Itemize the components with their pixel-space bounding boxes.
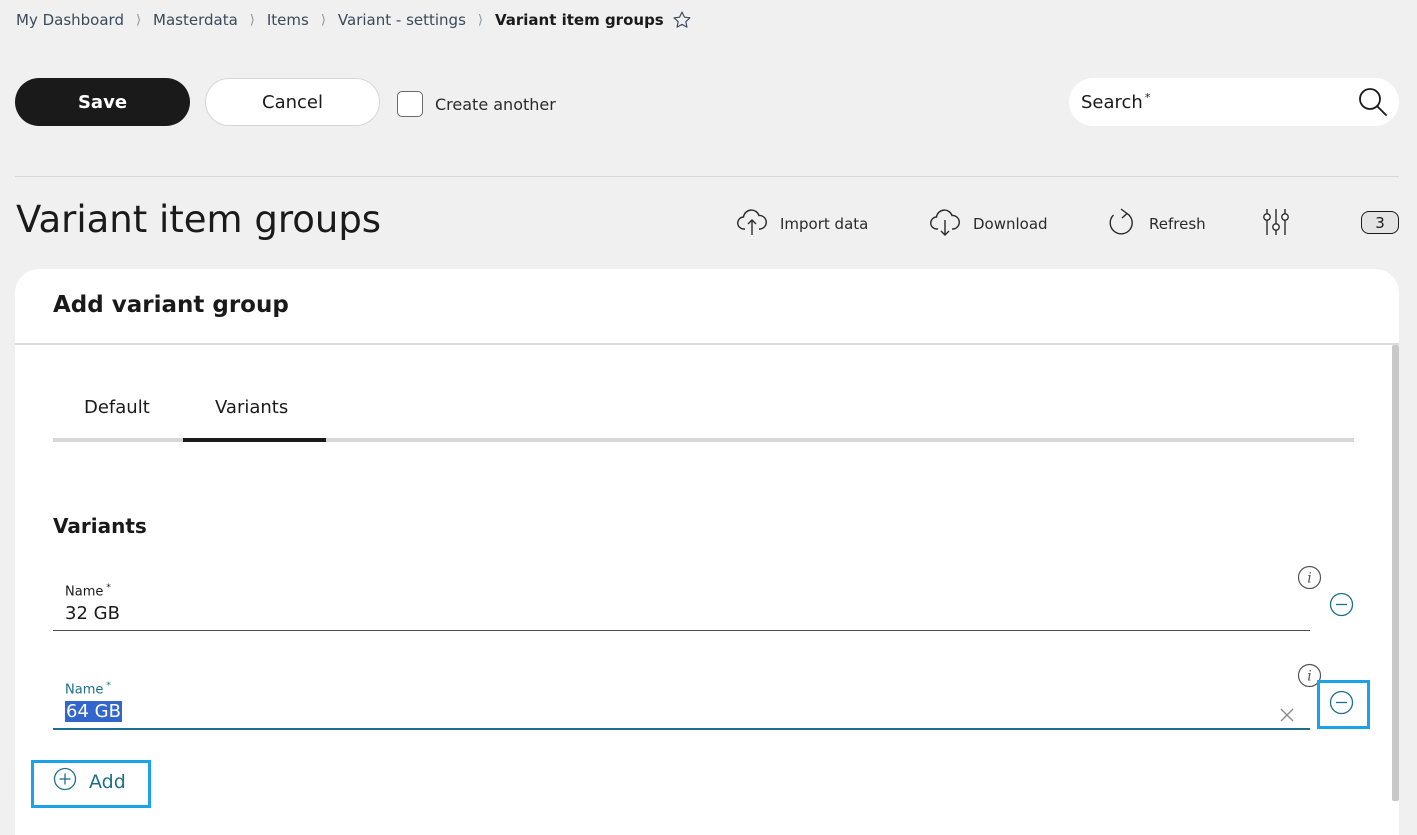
breadcrumb: My Dashboard ⟩ Masterdata ⟩ Items ⟩ Vari… — [16, 10, 692, 30]
search-input[interactable]: Search * — [1069, 78, 1399, 126]
search-icon[interactable] — [1357, 86, 1389, 118]
field-label: Name * — [65, 681, 111, 698]
cloud-upload-icon — [736, 206, 768, 242]
import-data-label: Import data — [780, 215, 869, 233]
svg-text:i: i — [1307, 669, 1311, 685]
field-value[interactable]: 64 GB — [65, 701, 122, 722]
breadcrumb-separator: ⟩ — [477, 12, 483, 28]
variants-section-title: Variants — [53, 514, 147, 538]
count-badge[interactable]: 3 — [1361, 211, 1399, 234]
info-icon[interactable]: i — [1297, 565, 1322, 590]
page-title: Variant item groups — [16, 198, 382, 241]
column-settings-button[interactable] — [1260, 206, 1292, 242]
download-button[interactable]: Download — [929, 206, 1048, 242]
svg-text:i: i — [1307, 571, 1311, 587]
scrollbar[interactable] — [1392, 345, 1399, 801]
breadcrumb-separator: ⟩ — [320, 12, 326, 28]
favorite-star-icon[interactable] — [672, 10, 692, 30]
field-underline — [53, 630, 1310, 631]
tab-default[interactable]: Default — [84, 397, 150, 418]
tab-bar: Default Variants — [53, 387, 1354, 442]
refresh-icon — [1105, 206, 1137, 242]
search-label: Search * — [1081, 91, 1151, 113]
refresh-label: Refresh — [1149, 215, 1206, 233]
active-tab-indicator — [183, 438, 326, 442]
plus-circle-icon — [53, 767, 77, 796]
create-another-option[interactable]: Create another — [397, 91, 556, 117]
toolbar-divider — [15, 176, 1399, 177]
breadcrumb-item-masterdata[interactable]: Masterdata — [153, 11, 238, 29]
save-button[interactable]: Save — [15, 78, 190, 126]
panel-divider — [15, 343, 1399, 345]
field-value[interactable]: 32 GB — [65, 603, 120, 624]
cloud-download-icon — [929, 206, 961, 242]
breadcrumb-item-variant-settings[interactable]: Variant - settings — [338, 11, 466, 29]
breadcrumb-current: Variant item groups — [494, 11, 664, 29]
cancel-button[interactable]: Cancel — [205, 78, 380, 126]
create-another-label: Create another — [435, 94, 556, 114]
field-label: Name * — [65, 583, 111, 600]
variant-name-field-1[interactable]: Name * 32 GB — [53, 583, 1310, 633]
refresh-button[interactable]: Refresh — [1105, 206, 1206, 242]
breadcrumb-separator: ⟩ — [135, 12, 142, 28]
create-another-checkbox[interactable] — [397, 91, 423, 117]
sliders-icon — [1260, 206, 1292, 242]
remove-variant-icon[interactable] — [1329, 690, 1354, 715]
breadcrumb-item-items[interactable]: Items — [267, 11, 309, 29]
tab-variants[interactable]: Variants — [215, 397, 288, 418]
clear-icon[interactable] — [1278, 706, 1296, 724]
breadcrumb-separator: ⟩ — [249, 12, 255, 28]
add-variant-button[interactable]: Add — [53, 767, 126, 796]
field-underline — [53, 728, 1310, 730]
variant-name-field-2[interactable]: Name * 64 GB — [53, 681, 1310, 733]
remove-variant-icon[interactable] — [1329, 592, 1354, 617]
add-variant-group-panel: Add variant group Default Variants Varia… — [15, 269, 1399, 835]
selected-text: 64 GB — [65, 701, 122, 722]
import-data-button[interactable]: Import data — [736, 206, 868, 242]
add-label: Add — [89, 770, 126, 793]
breadcrumb-item-dashboard[interactable]: My Dashboard — [16, 11, 124, 29]
download-label: Download — [973, 215, 1048, 233]
panel-title: Add variant group — [53, 292, 289, 318]
